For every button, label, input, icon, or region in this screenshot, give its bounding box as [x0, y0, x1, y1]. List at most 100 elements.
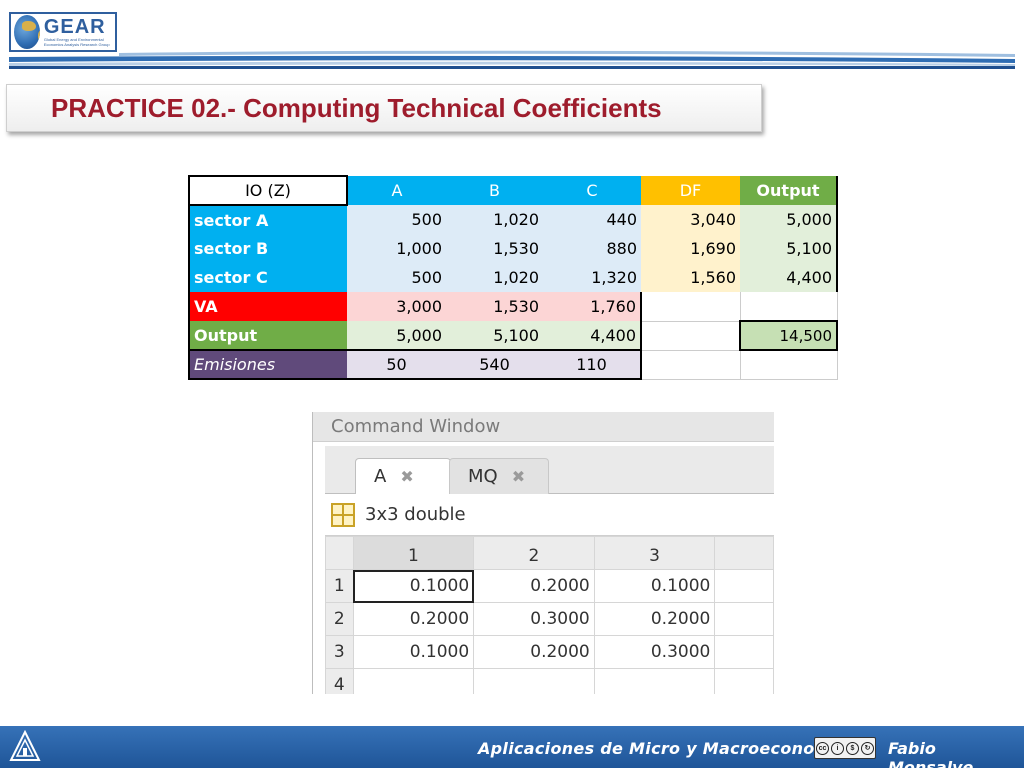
header-stripes-decoration	[9, 50, 1015, 69]
grid-column-header[interactable]: 3	[593, 536, 716, 570]
grid-cell[interactable]: 0.3000	[473, 602, 595, 636]
io-cell[interactable]: 50	[347, 349, 446, 380]
io-cell[interactable]: 3,040	[641, 205, 740, 234]
io-cell[interactable]	[640, 292, 741, 321]
io-cell[interactable]	[640, 349, 741, 380]
io-total-cell[interactable]: 14,500	[739, 320, 838, 351]
io-cell[interactable]: 4,400	[543, 321, 641, 350]
io-cell[interactable]: 1,320	[543, 263, 641, 292]
close-icon[interactable]: ✖	[400, 467, 413, 486]
grid-row-header[interactable]: 2	[325, 602, 354, 636]
io-col-header-output[interactable]: Output	[740, 176, 838, 205]
io-cell[interactable]: 1,530	[446, 234, 543, 263]
io-cell[interactable]: 500	[347, 205, 446, 234]
io-row-label[interactable]: sector C	[188, 263, 347, 292]
footer-course-title: Aplicaciones de Micro y Macroeconomía	[478, 739, 849, 758]
io-cell[interactable]: 880	[543, 234, 641, 263]
tab-label: MQ	[468, 466, 498, 487]
io-cell[interactable]: 1,020	[446, 263, 543, 292]
grid-column-header-empty[interactable]	[714, 536, 774, 570]
variable-type-label: 3x3 double	[365, 504, 466, 525]
io-col-header-b[interactable]: B	[446, 176, 543, 205]
grid-column-header[interactable]: 2	[473, 536, 595, 570]
grid-cell[interactable]	[714, 635, 774, 669]
io-cell[interactable]: 4,400	[740, 263, 838, 292]
grid-cell[interactable]: 0.2000	[352, 602, 475, 636]
grid-cell[interactable]: 0.2000	[473, 569, 595, 603]
footer-bar: Aplicaciones de Micro y Macroeconomía cc…	[0, 726, 1024, 768]
grid-header-row: 1 2 3	[325, 536, 774, 570]
io-cell[interactable]: 1,690	[641, 234, 740, 263]
io-cell[interactable]: 540	[446, 349, 543, 380]
creative-commons-license-icon: cc i $ ↻	[814, 737, 876, 759]
io-cell[interactable]: 5,100	[740, 234, 838, 263]
grid-cell[interactable]: 0.2000	[593, 602, 716, 636]
io-row-label[interactable]: sector A	[188, 205, 347, 234]
io-row-output: Output 5,000 5,100 4,400 14,500	[188, 320, 838, 351]
io-cell[interactable]	[739, 349, 838, 380]
grid-cell[interactable]	[593, 668, 716, 694]
university-emblem-icon	[9, 730, 41, 761]
io-col-header-df[interactable]: DF	[641, 176, 740, 205]
command-window-title: Command Window	[313, 412, 774, 442]
variable-type-bar: 3x3 double	[325, 494, 774, 536]
grid-cell[interactable]: 0.1000	[352, 569, 475, 603]
page-title: PRACTICE 02.- Computing Technical Coeffi…	[51, 92, 662, 123]
io-cell[interactable]: 1,020	[446, 205, 543, 234]
io-cell[interactable]: 5,100	[446, 321, 543, 350]
cc-icon: cc	[816, 741, 829, 755]
io-row-label[interactable]: Output	[188, 321, 347, 350]
variable-tab-bar: A ✖ MQ ✖	[325, 446, 774, 494]
grid-cell[interactable]	[714, 569, 774, 603]
title-banner: PRACTICE 02.- Computing Technical Coeffi…	[6, 84, 762, 132]
io-header-row: IO (Z) A B C DF Output	[188, 175, 838, 206]
globe-icon	[14, 15, 40, 49]
io-cell[interactable]: 440	[543, 205, 641, 234]
io-row-label[interactable]: Emisiones	[188, 349, 347, 380]
io-row-sector-c: sector C 500 1,020 1,320 1,560 4,400	[188, 263, 838, 292]
grid-row-header[interactable]: 4	[325, 668, 354, 694]
io-row-label[interactable]: sector B	[188, 234, 347, 263]
gear-logo: GEAR Global Energy and Environmental Eco…	[9, 12, 117, 52]
io-row-label[interactable]: VA	[188, 292, 347, 321]
io-cell[interactable]: 1,530	[446, 292, 543, 321]
io-cell[interactable]: 3,000	[347, 292, 446, 321]
grid-cell[interactable]: 0.3000	[593, 635, 716, 669]
io-col-header-c[interactable]: C	[543, 176, 641, 205]
io-cell[interactable]: 1,000	[347, 234, 446, 263]
grid-cell[interactable]	[714, 602, 774, 636]
grid-cell[interactable]: 0.1000	[593, 569, 716, 603]
grid-row: 1 0.1000 0.2000 0.1000	[325, 569, 774, 603]
io-corner-cell[interactable]: IO (Z)	[188, 175, 348, 206]
io-cell[interactable]: 1,560	[641, 263, 740, 292]
tab-mq[interactable]: MQ ✖	[449, 458, 549, 494]
grid-cell[interactable]: 0.1000	[352, 635, 475, 669]
io-cell[interactable]	[640, 320, 741, 350]
grid-row-header[interactable]: 1	[325, 569, 354, 603]
io-row-va: VA 3,000 1,530 1,760	[188, 292, 838, 321]
grid-cell[interactable]	[473, 668, 595, 694]
io-cell[interactable]: 110	[543, 349, 642, 380]
tab-a[interactable]: A ✖	[355, 458, 451, 494]
io-cell[interactable]: 5,000	[347, 321, 446, 350]
footer-author: Fabio Monsalve	[888, 739, 974, 768]
io-col-header-a[interactable]: A	[347, 176, 446, 205]
nc-icon: $	[846, 741, 859, 755]
grid-cell[interactable]	[352, 668, 475, 694]
io-cell[interactable]: 500	[347, 263, 446, 292]
command-window-screenshot: Command Window A ✖ MQ ✖ 3x3 double 1 2 3…	[312, 412, 774, 694]
matrix-grid-icon	[331, 502, 355, 527]
grid-cell[interactable]: 0.2000	[473, 635, 595, 669]
io-table: IO (Z) A B C DF Output sector A 500 1,02…	[188, 175, 838, 380]
grid-cell[interactable]	[714, 668, 774, 694]
io-cell[interactable]	[740, 292, 838, 321]
close-icon[interactable]: ✖	[512, 467, 525, 486]
sa-icon: ↻	[861, 741, 874, 755]
logo-name: GEAR	[43, 16, 106, 38]
grid-row: 4	[325, 668, 774, 694]
io-cell[interactable]: 1,760	[543, 292, 641, 321]
io-cell[interactable]: 5,000	[740, 205, 838, 234]
grid-column-header[interactable]: 1	[352, 536, 475, 570]
grid-row-header[interactable]: 3	[325, 635, 354, 669]
by-icon: i	[831, 741, 844, 755]
